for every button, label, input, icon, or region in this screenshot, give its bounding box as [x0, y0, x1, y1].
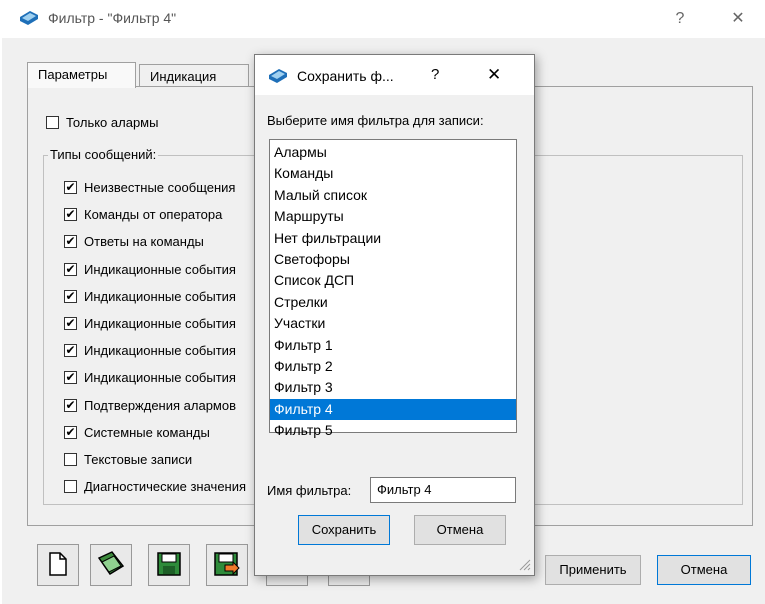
- dialog-close-button[interactable]: ✕: [487, 65, 501, 85]
- message-type-label: Системные команды: [84, 424, 210, 440]
- filter-list-item[interactable]: Список ДСП: [270, 270, 516, 291]
- message-type-label: Индикационные события: [84, 370, 236, 386]
- message-type-label: Неизвестные сообщения: [84, 180, 236, 195]
- filter-list-item[interactable]: Фильтр 4: [270, 398, 516, 421]
- dialog-titlebar: Сохранить ф... ? ✕: [255, 55, 534, 95]
- tab-indication[interactable]: Индикация: [139, 64, 249, 88]
- message-types-title: Типы сообщений:: [48, 147, 159, 162]
- filter-list-item[interactable]: Участки: [270, 313, 516, 334]
- filter-list-item[interactable]: Светофоры: [270, 249, 516, 270]
- dialog-help-button[interactable]: ?: [431, 66, 439, 83]
- filter-list-item[interactable]: Алармы: [270, 142, 516, 163]
- tab-parameters[interactable]: Параметры: [27, 62, 136, 88]
- save-disk-icon: [156, 551, 182, 580]
- apply-button[interactable]: Применить: [545, 555, 641, 585]
- filter-list-item[interactable]: Фильтр 1: [270, 335, 516, 356]
- dialog-prompt: Выберите имя фильтра для записи:: [267, 113, 484, 128]
- message-type-label: Подтверждения алармов: [84, 397, 237, 413]
- new-button[interactable]: [37, 544, 79, 586]
- filter-list-item[interactable]: Стрелки: [270, 292, 516, 313]
- message-type-checkbox[interactable]: ✔: [64, 371, 77, 385]
- only-alarms-checkbox[interactable]: [46, 116, 59, 129]
- dialog-cancel-button[interactable]: Отмена: [414, 515, 506, 545]
- filter-list[interactable]: Алармы Команды Малый список Маршруты Нет фил…: [269, 139, 517, 438]
- main-cancel-button[interactable]: Отмена: [657, 555, 751, 585]
- dialog-save-button[interactable]: Сохранить: [298, 515, 390, 545]
- message-type-label: Индикационные события: [84, 343, 236, 359]
- message-type-label: Индикационные события: [84, 316, 236, 331]
- app-icon: [18, 9, 40, 32]
- resize-grip-icon[interactable]: [517, 557, 531, 574]
- close-button[interactable]: ✕: [718, 6, 758, 32]
- filter-list-item[interactable]: Команды: [270, 163, 516, 184]
- filter-list-item[interactable]: Маршруты: [270, 206, 516, 227]
- message-type-checkbox[interactable]: ✔: [64, 289, 77, 303]
- filter-name-input[interactable]: Фильтр 4: [370, 477, 516, 503]
- open-folder-icon: [96, 550, 126, 581]
- save-as-button[interactable]: [206, 544, 248, 586]
- message-type-label: Индикационные события: [84, 261, 236, 277]
- message-type-checkbox[interactable]: ✔: [64, 344, 77, 358]
- new-file-icon: [47, 551, 69, 580]
- message-type-checkbox[interactable]: ✔: [64, 317, 77, 330]
- dialog-app-icon: [267, 67, 289, 90]
- filter-list-item[interactable]: Малый список: [270, 185, 516, 206]
- window-title: Фильтр - "Фильтр 4": [48, 10, 177, 26]
- filter-list-item[interactable]: Нет фильтрации: [270, 228, 516, 249]
- help-button[interactable]: ?: [660, 6, 700, 32]
- save-filter-dialog: Сохранить ф... ? ✕ Выберите имя фильтра …: [254, 54, 535, 576]
- dialog-title: Сохранить ф...: [297, 68, 394, 84]
- message-type-checkbox[interactable]: ✔: [64, 208, 77, 222]
- message-type-label: Команды от оператора: [84, 207, 223, 223]
- filter-list-item[interactable]: Фильтр 5: [270, 420, 516, 441]
- message-type-label: Индикационные события: [84, 288, 236, 304]
- message-type-checkbox[interactable]: [64, 453, 77, 466]
- open-button[interactable]: [90, 544, 132, 586]
- message-type-checkbox[interactable]: ✔: [64, 181, 77, 194]
- message-type-label: Ответы на команды: [84, 234, 204, 250]
- message-type-label: Диагностические значения: [84, 479, 247, 495]
- only-alarms-label: Только алармы: [66, 115, 159, 130]
- message-type-label: Текстовые записи: [84, 452, 193, 467]
- filter-name-label: Имя фильтра:: [267, 483, 352, 498]
- main-titlebar: Фильтр - "Фильтр 4" ? ✕: [0, 0, 765, 38]
- message-type-checkbox[interactable]: ✔: [64, 398, 77, 412]
- message-type-checkbox[interactable]: ✔: [64, 425, 77, 439]
- message-type-checkbox[interactable]: [64, 480, 77, 494]
- save-as-disk-icon: [213, 551, 241, 580]
- message-type-checkbox[interactable]: ✔: [64, 235, 77, 249]
- filter-list-item[interactable]: Фильтр 2: [270, 356, 516, 377]
- save-button[interactable]: [148, 544, 190, 586]
- message-type-checkbox[interactable]: ✔: [64, 262, 77, 276]
- filter-list-item[interactable]: Фильтр 3: [270, 377, 516, 398]
